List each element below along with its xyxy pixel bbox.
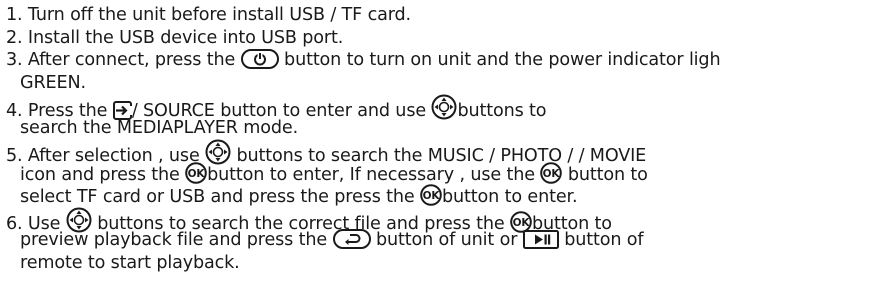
step-5-cont-1: icon and press the OK button to enter, I…: [6, 161, 879, 185]
power-button-icon: [240, 49, 279, 69]
step-3-cont: GREEN.: [20, 72, 86, 93]
step-6-cont-2: remote to start playback.: [20, 252, 240, 273]
step-6-cont-1: preview playback file and press the butt…: [20, 229, 644, 250]
svg-text:OK: OK: [543, 168, 561, 180]
instruction-list: 1. Turn off the unit before install USB …: [6, 4, 879, 274]
step-5-cont-2: select TF card or USB and press the pres…: [6, 184, 879, 207]
return-button-icon: [332, 229, 371, 249]
svg-text:OK: OK: [188, 168, 206, 180]
svg-text:OK: OK: [513, 217, 531, 229]
step-2: 2. Install the USB device into USB port.: [6, 27, 344, 48]
step-4-cont: search the MEDIAPLAYER mode.: [20, 117, 299, 138]
ok-button-icon: OK: [185, 161, 207, 184]
step-1: 1. Turn off the unit before install USB …: [6, 5, 411, 25]
step-3: 3. After connect, press the button to tu…: [6, 49, 721, 70]
ok-button-icon: OK: [420, 184, 442, 206]
play-pause-icon: [522, 230, 559, 249]
step-5: 5. After selection , use buttons to sear…: [6, 139, 879, 166]
svg-text:OK: OK: [423, 190, 441, 202]
step-6: 6. Use buttons to search the correct fil…: [6, 207, 879, 234]
ok-button-icon: OK: [540, 161, 563, 184]
step-4: 4. Press the / SOURCE button to enter an…: [6, 94, 879, 121]
